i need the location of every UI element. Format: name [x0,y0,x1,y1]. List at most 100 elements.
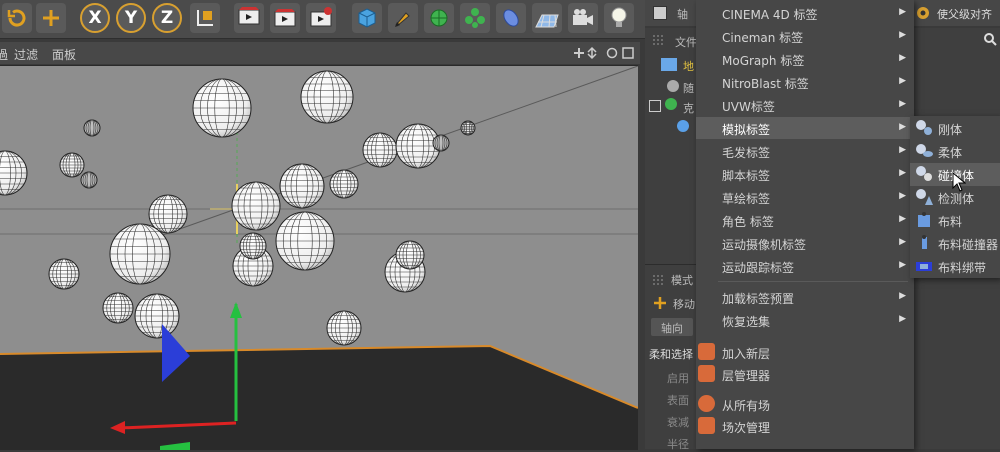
menu-item-sketch-tags[interactable]: 草绘标签 ▶ [696,186,914,208]
camera-icon[interactable] [568,3,598,33]
layer-context-menu: 加入新层 层管理器 从所有场 场次管理 [696,338,770,449]
sphere-clone[interactable] [395,240,425,270]
submenu-arrow-icon: ▶ [899,260,906,270]
menu-item-remove-from-layer[interactable]: 从所有场 [696,392,770,416]
viewport-nav-icons[interactable] [572,46,636,60]
expand-toggle-icon[interactable] [649,100,661,112]
submenu-arrow-icon: ▶ [899,53,906,63]
coordinate-system-icon[interactable] [190,3,220,33]
sphere-clone[interactable] [231,181,281,231]
menu-item-take-manager[interactable]: 场次管理 [696,414,770,438]
menu-item-simulation-tags[interactable]: 模拟标签 ▶ [696,117,914,139]
tree-item-cloner[interactable]: 克 [683,100,694,116]
menu-item-cineman-tags[interactable]: Cineman 标签 ▶ [696,25,914,47]
axis-tab[interactable]: 轴向 [651,318,693,336]
sphere-clone[interactable] [80,171,98,189]
submenu-arrow-icon: ▶ [899,168,906,178]
menu-item-mograph-tags[interactable]: MoGraph 标签 ▶ [696,48,914,70]
floor-icon[interactable] [532,3,562,33]
menu-item-character-tags[interactable]: 角色 标签 ▶ [696,209,914,231]
z-axis-lock-icon[interactable]: Z [152,3,182,33]
sphere-clone[interactable] [48,258,80,290]
viewport-menu-bar: 過 过滤 面板 [0,42,640,64]
attr-surface: 表面 [667,394,689,407]
light-bulb-icon[interactable] [604,3,634,33]
sphere-clone[interactable] [109,223,171,285]
y-axis-lock-icon[interactable]: Y [116,3,146,33]
menu-item-load-tag-preset[interactable]: 加载标签预置 ▶ [696,286,914,308]
cloth-collider-icon [922,235,927,249]
sphere-clone[interactable] [102,292,134,324]
floor-object-icon[interactable] [661,58,677,71]
cloner-object-icon[interactable] [665,98,677,110]
sphere-clone[interactable] [279,163,325,209]
menu-item-cinema4d-tags[interactable]: CINEMA 4D 标签 ▶ [696,2,914,24]
deformer-icon[interactable] [496,3,526,33]
menu-item-motion-camera-tags[interactable]: 运动摄像机标签 ▶ [696,232,914,254]
sphere-clone[interactable] [362,132,398,168]
ghost-body-icon [916,189,933,205]
tree-item-floor[interactable]: 地 [683,58,694,74]
collider-body-icon [916,166,932,181]
layer-manager-icon [698,365,715,382]
render-view-icon[interactable] [234,3,264,33]
search-icon[interactable] [983,32,997,46]
undo-icon[interactable] [2,3,32,33]
panel-grip-icon [653,35,665,45]
sphere-clone[interactable] [300,70,354,124]
add-layer-icon [698,343,715,360]
soft-select-tab[interactable]: 柔和选择 [649,346,693,362]
attr-grip-icon [653,275,665,285]
menu-item-motion-tracking-tags[interactable]: 运动跟踪标签 ▶ [696,255,914,277]
3d-viewport[interactable] [0,65,638,450]
submenu-arrow-icon: ▶ [899,314,906,324]
menu-item-script-tags[interactable]: 脚本标签 ▶ [696,163,914,185]
menu-item-restore-selection[interactable]: 恢复选集 ▶ [696,309,914,331]
submenu-arrow-icon: ▶ [899,237,906,247]
menu-item-nitroblast-tags[interactable]: NitroBlast 标签 ▶ [696,71,914,93]
parent-align-icon[interactable] [915,5,931,21]
main-toolbar: X Y Z [0,0,645,39]
sphere-clone[interactable] [239,232,267,260]
submenu-item-rigid-body[interactable]: 刚体 [910,117,1000,140]
sphere-clone[interactable] [326,310,362,346]
menu-item-uvw-tags[interactable]: UVW标签 ▶ [696,94,914,116]
sphere-object-icon[interactable] [677,120,689,132]
render-picture-viewer-icon[interactable] [270,3,300,33]
align-to-parent-label[interactable]: 使父级对齐 [937,6,992,22]
render-settings-icon[interactable] [306,3,336,33]
x-axis-lock-icon[interactable]: X [80,3,110,33]
tree-item-random[interactable]: 随 [683,80,694,96]
sphere-clone[interactable] [460,120,476,136]
cube-icon[interactable] [352,3,382,33]
viewport-menu-item[interactable]: 過 [0,46,8,63]
rigid-body-icon [916,120,932,135]
object-manager-icon[interactable] [653,6,667,20]
sphere-clone[interactable] [134,293,180,339]
sphere-clone[interactable] [432,134,450,152]
submenu-item-cloth-collider[interactable]: 布料碰撞器 [910,232,1000,255]
subdivision-surface-icon[interactable] [424,3,454,33]
random-object-icon[interactable] [667,80,679,92]
top-tab-axis[interactable]: 轴 [677,6,688,22]
move-tool-icon[interactable] [36,3,66,33]
menu-item-layer-manager[interactable]: 层管理器 [696,362,770,386]
submenu-arrow-icon: ▶ [899,76,906,86]
sphere-clone[interactable] [192,78,252,138]
viewport-menu-filter[interactable]: 过滤 [14,46,38,63]
sphere-clone[interactable] [59,152,85,178]
menu-item-hair-tags[interactable]: 毛发标签 ▶ [696,140,914,162]
pen-spline-icon[interactable] [388,3,418,33]
submenu-item-cloth-belt[interactable]: 布料绑带 [910,255,1000,278]
sphere-clone[interactable] [329,169,359,199]
objects-tab[interactable]: 文件 [675,34,697,50]
viewport-menu-panel[interactable]: 面板 [52,46,76,63]
cloner-icon[interactable] [460,3,490,33]
sphere-clone[interactable] [83,119,101,137]
sphere-clone[interactable] [275,211,335,271]
menu-item-add-new-layer[interactable]: 加入新层 [696,340,770,364]
mode-tab[interactable]: 模式 [671,272,693,288]
sphere-clone[interactable] [0,150,28,196]
submenu-item-soft-body[interactable]: 柔体 [910,140,1000,163]
submenu-item-cloth[interactable]: 布料 [910,209,1000,232]
